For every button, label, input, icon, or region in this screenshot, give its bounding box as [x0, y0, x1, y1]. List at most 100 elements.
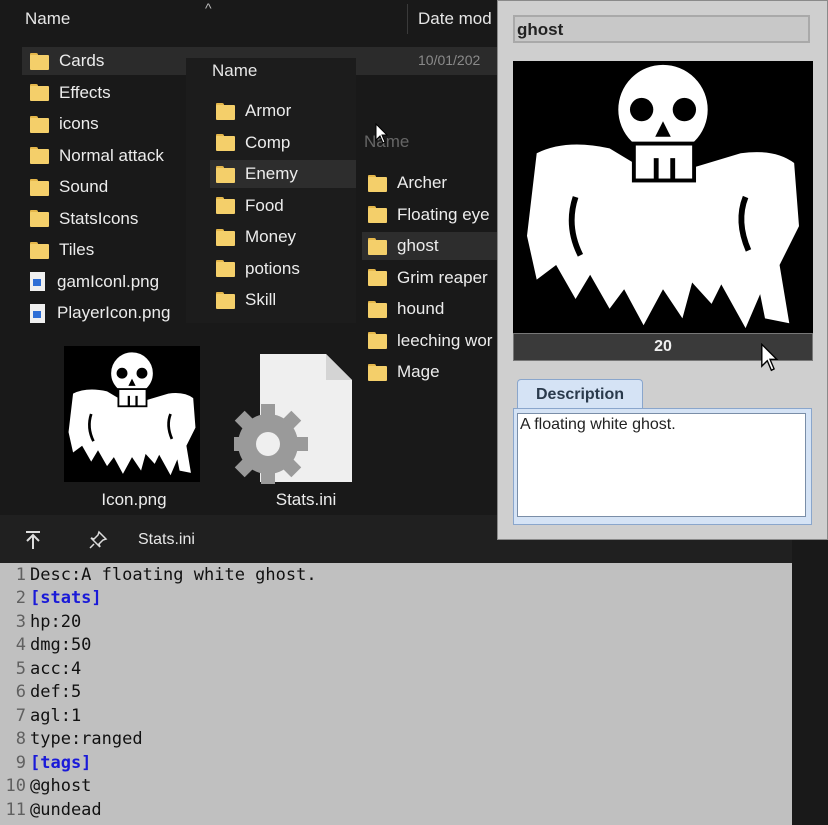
folder-list-item[interactable]: Tiles: [30, 236, 94, 264]
item-label: Cards: [59, 51, 105, 70]
png-file-icon: [30, 303, 45, 323]
editor-line[interactable]: 2 [stats]: [0, 587, 102, 611]
folder-icon: [30, 52, 49, 70]
hp-value: 20: [654, 338, 672, 355]
card-image: [513, 61, 813, 333]
line-number: 8: [15, 729, 26, 750]
folder-list-item[interactable]: Grim reaper: [362, 264, 500, 292]
line-number: 10: [5, 776, 26, 797]
enemy-folder-pane: Name Archer Floating eye ghost Grim reaper h…: [358, 130, 500, 395]
folder-list-item[interactable]: StatsIcons: [30, 205, 138, 233]
folder-list-item[interactable]: Mage: [362, 358, 500, 386]
icon-thumbnail[interactable]: [64, 346, 200, 482]
line-number: 1: [15, 564, 26, 585]
item-label: Comp: [245, 132, 291, 152]
item-label: Grim reaper: [397, 267, 488, 287]
folder-icon: [216, 165, 235, 183]
column-header-date[interactable]: Date mod: [418, 9, 492, 29]
item-label: Money: [245, 227, 297, 246]
editor-line[interactable]: 3 hp:20: [0, 610, 81, 634]
ini-line-text: type:ranged: [30, 729, 143, 750]
item-label: Sound: [59, 177, 109, 196]
folder-icon: [368, 206, 387, 223]
editor-line[interactable]: 9 [tags]: [0, 751, 92, 775]
settings-file-icon: [228, 354, 352, 484]
editor-line[interactable]: 1 Desc:A floating white ghost.: [0, 563, 317, 587]
subpane-column-header[interactable]: Name: [212, 61, 257, 81]
item-label: Effects: [59, 82, 111, 102]
pin-icon[interactable]: [88, 530, 108, 550]
ghost-skull-icon: [517, 61, 809, 333]
card-editor-window: ghost 20 Description A floating white gh…: [497, 0, 828, 540]
item-label: Skill: [245, 290, 277, 309]
folder-icon: [368, 332, 387, 349]
folder-icon: [216, 291, 235, 309]
item-label: ghost: [397, 236, 439, 255]
card-name-field[interactable]: ghost: [513, 15, 810, 43]
thumbnail-label-icon-png[interactable]: Icon.png: [64, 490, 204, 510]
line-number: 4: [15, 635, 26, 656]
editor-line[interactable]: 11 @undead: [0, 798, 102, 822]
ini-line-text: acc:4: [30, 658, 82, 679]
item-label: Normal attack: [59, 145, 164, 165]
folder-icon: [368, 237, 387, 255]
ini-line-text: agl:1: [30, 705, 82, 726]
folder-list-item[interactable]: leeching wor: [362, 327, 500, 355]
folder-list-item[interactable]: Effects: [30, 79, 111, 107]
thumbnail-label-stats-ini[interactable]: Stats.ini: [236, 490, 376, 510]
folder-list-item[interactable]: Skill: [210, 286, 356, 314]
editor-line[interactable]: 7 agl:1: [0, 704, 81, 728]
item-label: Food: [245, 195, 284, 215]
folder-list-item[interactable]: Enemy: [210, 160, 356, 188]
file-list-item[interactable]: gamIconl.png: [30, 268, 159, 296]
line-number: 5: [15, 658, 26, 679]
folder-list-item[interactable]: Normal attack: [30, 142, 164, 170]
editor-line[interactable]: 5 acc:4: [0, 657, 81, 681]
item-label: icons: [59, 114, 99, 133]
png-file-icon: [30, 272, 45, 291]
ini-text-editor[interactable]: 1 Desc:A floating white ghost. 2 [stats] 3 hp…: [0, 563, 792, 825]
folder-list-item[interactable]: potions: [210, 255, 356, 283]
scroll-top-icon[interactable]: [24, 530, 42, 550]
folder-icon: [216, 102, 235, 120]
editor-line[interactable]: 4 dmg:50: [0, 634, 92, 658]
folder-list-item[interactable]: Cards: [30, 47, 104, 75]
stats-ini-thumbnail[interactable]: [228, 352, 354, 484]
folder-icon: [216, 260, 235, 277]
editor-line[interactable]: 10 @ghost: [0, 775, 92, 799]
folder-list-item[interactable]: Comp: [210, 129, 356, 157]
line-number: 11: [5, 799, 26, 820]
line-number: 9: [15, 752, 26, 773]
editor-line[interactable]: 6 def:5: [0, 681, 81, 705]
item-label: Armor: [245, 101, 292, 120]
ini-line-text: hp:20: [30, 611, 82, 632]
folder-icon: [30, 241, 49, 259]
folder-icon: [216, 228, 235, 246]
folder-list-item[interactable]: icons: [30, 110, 99, 138]
mouse-cursor-icon: [375, 123, 389, 144]
ini-line-text: dmg:50: [30, 635, 92, 656]
folder-list-item[interactable]: Armor: [210, 97, 356, 125]
folder-list-item[interactable]: hound: [362, 295, 500, 323]
folder-icon: [30, 84, 49, 101]
item-label: hound: [397, 299, 445, 318]
folder-list-item[interactable]: Money: [210, 223, 356, 251]
description-panel: A floating white ghost.: [513, 408, 812, 525]
ini-section-header: [stats]: [30, 588, 102, 609]
date-modified-value: 10/01/202: [418, 52, 481, 68]
column-header-name[interactable]: Name: [25, 9, 70, 29]
line-number: 7: [15, 705, 26, 726]
folder-list-item[interactable]: Food: [210, 192, 356, 220]
folder-list-item[interactable]: Floating eye: [362, 201, 500, 229]
file-list-item[interactable]: PlayerIcon.png: [30, 299, 170, 327]
description-textarea[interactable]: A floating white ghost.: [517, 413, 806, 517]
folder-list-item[interactable]: Archer: [362, 169, 500, 197]
folder-list-item[interactable]: ghost: [362, 232, 500, 260]
folder-icon: [216, 134, 235, 151]
item-label: StatsIcons: [59, 208, 139, 228]
editor-line[interactable]: 8 type:ranged: [0, 728, 143, 752]
card-name-value: ghost: [517, 20, 564, 39]
preview-filename: Stats.ini: [138, 531, 195, 548]
folder-list-item[interactable]: Sound: [30, 173, 108, 201]
tab-description[interactable]: Description: [517, 379, 643, 409]
